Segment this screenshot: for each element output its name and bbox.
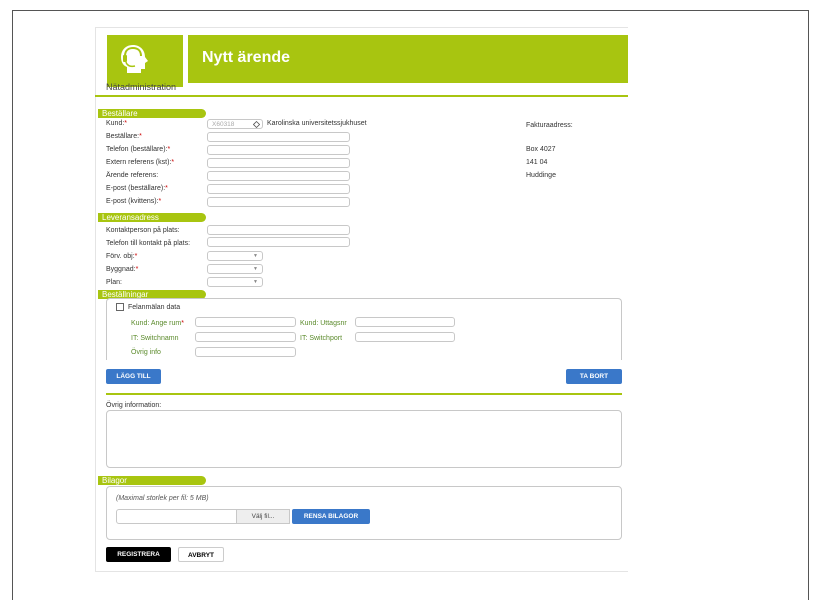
choose-file-button[interactable]: Välj fil... <box>236 509 290 524</box>
ovrig-info-label: Övrig info <box>131 349 161 356</box>
required-mark: * <box>167 146 171 153</box>
switchnamn-label: IT: Switchnamn <box>131 335 179 342</box>
plan-select[interactable]: ▼ <box>207 277 263 287</box>
byggnad-label-text: Byggnad: <box>106 266 136 273</box>
epost-kvittens-label-text: E-post (kvittens): <box>106 198 159 205</box>
clear-attachments-button[interactable]: RENSA BILAGOR <box>292 509 370 524</box>
kontakt-field[interactable] <box>207 225 350 235</box>
add-button[interactable]: LÄGG TILL <box>106 369 161 384</box>
kund-label: Kund:* <box>106 120 127 127</box>
faktura-line3: Huddinge <box>526 172 556 179</box>
telefon-label-text: Telefon (beställare): <box>106 146 168 153</box>
header-divider <box>95 95 628 97</box>
order-box <box>106 298 622 360</box>
window-frame-left <box>12 10 13 600</box>
forv-label-text: Förv. obj: <box>106 253 135 260</box>
epost-bestallare-field[interactable] <box>207 184 350 194</box>
felanmalan-label: Felanmälan data <box>128 304 181 311</box>
required-mark: * <box>171 159 175 166</box>
section-bilagor: Bilagor <box>98 476 206 485</box>
app-name: Nätadministration <box>106 82 177 92</box>
epost-kvittens-label: E-post (kvittens):* <box>106 198 161 205</box>
telefon-label: Telefon (beställare):* <box>106 146 170 153</box>
kund-name: Karolinska universitetssjukhuset <box>267 120 367 127</box>
kund-label-text: Kund: <box>106 120 125 127</box>
diamond-icon[interactable] <box>253 121 260 128</box>
ovrig-information-label: Övrig information: <box>106 402 162 409</box>
epost-kvittens-field[interactable] <box>207 197 350 207</box>
epost-bestallare-label-text: E-post (beställare): <box>106 185 166 192</box>
kund-rum-field[interactable] <box>195 317 296 327</box>
kund-rum-label: Kund: Ange rum* <box>131 320 184 327</box>
section-bestallare: Beställare <box>98 109 206 118</box>
header-banner: Nytt ärende <box>188 35 628 83</box>
logo <box>107 35 183 87</box>
faktura-line1: Box 4027 <box>526 146 556 153</box>
telefon-field[interactable] <box>207 145 350 155</box>
forv-select[interactable]: ▼ <box>207 251 263 261</box>
telefon-kontakt-label: Telefon till kontakt på plats: <box>106 240 191 247</box>
required-mark: * <box>165 185 168 192</box>
extern-label: Extern referens (kst):* <box>106 159 174 166</box>
remove-button[interactable]: TA BORT <box>566 369 622 384</box>
bestallare-label: Beställare:* <box>106 133 142 140</box>
required-mark: * <box>181 320 184 327</box>
register-button[interactable]: REGISTRERA <box>106 547 171 562</box>
window-frame-top <box>12 10 809 11</box>
arende-field[interactable] <box>207 171 350 181</box>
epost-bestallare-label: E-post (beställare):* <box>106 185 168 192</box>
faktura-line2: 141 04 <box>526 159 548 166</box>
bestallare-label-text: Beställare: <box>106 133 140 140</box>
arende-label: Ärende referens: <box>106 172 159 179</box>
ovrig-information-textarea[interactable] <box>106 410 622 468</box>
bestallare-field[interactable] <box>207 132 350 142</box>
switchport-label: IT: Switchport <box>300 335 343 342</box>
switchnamn-field[interactable] <box>195 332 296 342</box>
required-mark: * <box>158 198 162 205</box>
byggnad-select[interactable]: ▼ <box>207 264 263 274</box>
kund-rum-label-text: Kund: Ange rum <box>131 320 182 327</box>
file-path-field[interactable] <box>116 509 237 524</box>
required-mark: * <box>134 253 138 260</box>
required-mark: * <box>135 266 139 273</box>
kontakt-label: Kontaktperson på plats: <box>106 227 180 234</box>
kund-code-value: X60318 <box>212 121 235 128</box>
switchport-field[interactable] <box>355 332 455 342</box>
byggnad-label: Byggnad:* <box>106 266 138 273</box>
section-leverans: Leveransadress <box>98 213 206 222</box>
max-size-note: (Maximal storlek per fil: 5 MB) <box>116 495 209 502</box>
chevron-down-icon: ▼ <box>253 253 258 259</box>
chevron-down-icon: ▼ <box>253 279 258 285</box>
kund-uttag-label: Kund: Uttagsnr <box>300 320 347 327</box>
kund-code-field[interactable]: X60318 <box>207 119 263 129</box>
headset-person-icon <box>121 45 148 73</box>
telefon-kontakt-field[interactable] <box>207 237 350 247</box>
chevron-down-icon: ▼ <box>253 266 258 272</box>
kund-uttag-field[interactable] <box>355 317 455 327</box>
ovrig-info-field[interactable] <box>195 347 296 357</box>
section-divider <box>106 393 622 395</box>
cancel-button[interactable]: AVBRYT <box>178 547 224 562</box>
extern-label-text: Extern referens (kst): <box>106 159 172 166</box>
forv-label: Förv. obj:* <box>106 253 137 260</box>
page-title: Nytt ärende <box>202 49 291 66</box>
window-frame-right <box>808 10 809 600</box>
required-mark: * <box>139 133 142 140</box>
extern-field[interactable] <box>207 158 350 168</box>
faktura-label: Fakturaadress: <box>526 122 573 129</box>
required-mark: * <box>124 120 128 127</box>
felanmalan-checkbox[interactable] <box>116 303 124 311</box>
plan-label: Plan: <box>106 279 122 286</box>
